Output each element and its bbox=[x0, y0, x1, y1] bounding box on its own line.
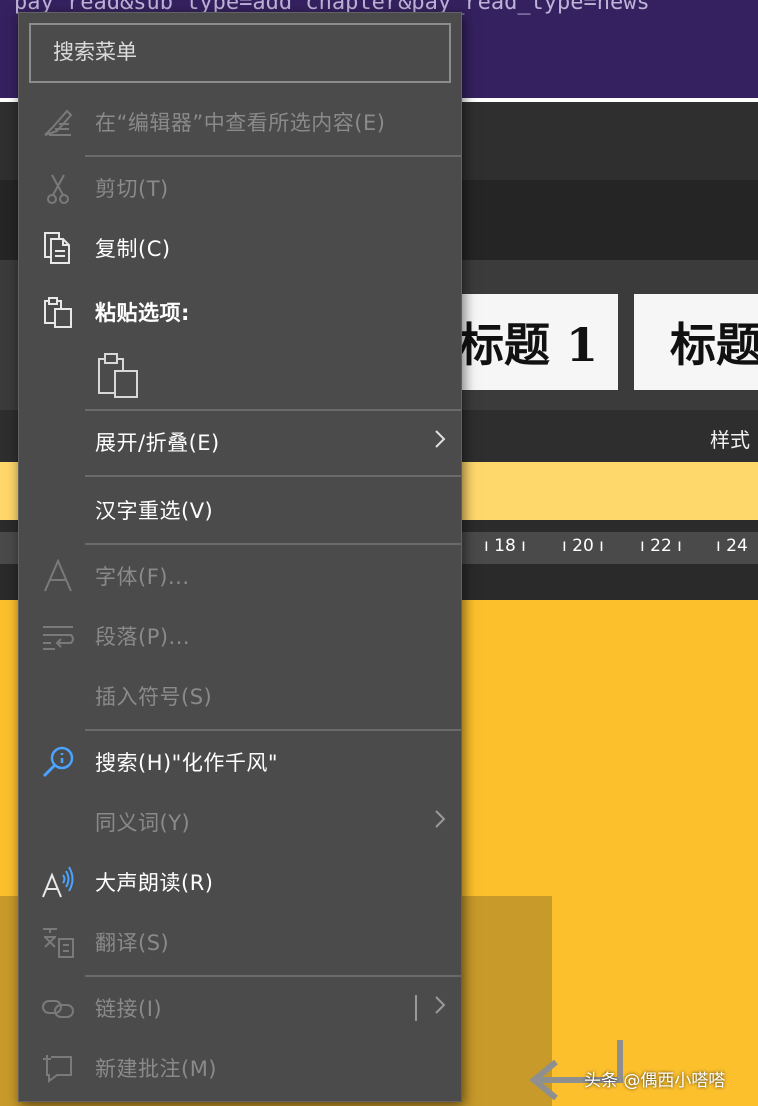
menu-item-paragraph[interactable]: 段落(P)... bbox=[19, 607, 463, 665]
menu-item-font[interactable]: 字体(F)... bbox=[19, 547, 463, 605]
menu-item-label: 同义词(Y) bbox=[95, 811, 191, 835]
font-icon bbox=[44, 559, 72, 592]
ribbon-group-label: 样式 bbox=[710, 428, 750, 452]
menu-separator bbox=[85, 475, 461, 477]
menu-item-copy[interactable]: 复制(C) bbox=[19, 219, 463, 277]
menu-item-label: 搜索(H)"化作千风" bbox=[95, 751, 278, 775]
style-heading[interactable]: 标题 bbox=[634, 294, 758, 390]
menu-item-label: 展开/折叠(E) bbox=[95, 431, 220, 455]
copy-icon bbox=[44, 232, 70, 264]
ruler-number: ı 24 bbox=[716, 536, 748, 556]
chevron-right-icon bbox=[435, 430, 446, 448]
new-comment-icon bbox=[43, 1055, 72, 1083]
search-icon bbox=[42, 746, 74, 778]
paste-keep-format-icon[interactable] bbox=[97, 351, 141, 399]
menu-item-expand-collapse[interactable]: 展开/折叠(E) bbox=[19, 413, 463, 471]
menu-separator bbox=[85, 543, 461, 545]
menu-item-reconversion[interactable]: 汉字重选(V) bbox=[19, 481, 463, 539]
chevron-right-icon bbox=[435, 810, 446, 828]
menu-item-label: 复制(C) bbox=[95, 237, 171, 261]
ruler-number: ı 20 ı bbox=[562, 536, 604, 556]
context-menu: 搜索菜单 在“编辑器”中查看所选内容(E) 剪切(T) 复制(C) 粘贴选项: … bbox=[18, 12, 462, 1102]
menu-item-label: 链接(I) bbox=[95, 997, 163, 1021]
menu-separator bbox=[85, 409, 461, 411]
menu-separator bbox=[85, 975, 461, 977]
menu-item-label: 字体(F)... bbox=[95, 565, 190, 589]
translate-icon bbox=[43, 928, 74, 958]
menu-item-view-in-editor[interactable]: 在“编辑器”中查看所选内容(E) bbox=[19, 93, 463, 151]
menu-separator bbox=[85, 729, 461, 731]
ruler-number: ı 18 ı bbox=[484, 536, 526, 556]
menu-item-label: 大声朗读(R) bbox=[95, 871, 214, 895]
link-icon bbox=[42, 1000, 74, 1018]
chevron-right-icon bbox=[435, 996, 446, 1014]
menu-item-label: 翻译(S) bbox=[95, 931, 170, 955]
menu-item-cut[interactable]: 剪切(T) bbox=[19, 159, 463, 217]
menu-item-read-aloud[interactable]: 大声朗读(R) bbox=[19, 853, 463, 911]
paragraph-icon bbox=[43, 626, 74, 650]
menu-item-label: 段落(P)... bbox=[95, 625, 191, 649]
search-menu-input[interactable]: 搜索菜单 bbox=[29, 23, 451, 83]
menu-item-translate[interactable]: 翻译(S) bbox=[19, 913, 463, 971]
menu-item-search[interactable]: 搜索(H)"化作千风" bbox=[19, 733, 463, 791]
menu-item-insert-symbol[interactable]: 插入符号(S) bbox=[19, 667, 463, 725]
paste-icon bbox=[44, 297, 72, 328]
ruler-number: ı 22 ı bbox=[640, 536, 682, 556]
search-menu-placeholder: 搜索菜单 bbox=[53, 40, 137, 64]
menu-item-paste-options: 粘贴选项: bbox=[19, 283, 463, 341]
read-aloud-icon bbox=[42, 866, 74, 898]
style-heading-1-label: 标题 1 bbox=[457, 318, 598, 372]
scissors-icon bbox=[47, 174, 69, 204]
menu-item-label: 插入符号(S) bbox=[95, 685, 213, 709]
style-heading-label: 标题 bbox=[670, 318, 758, 372]
watermark: 头条 @偶西小嗒嗒 bbox=[584, 1071, 726, 1091]
split-button-divider bbox=[415, 995, 417, 1021]
menu-item-synonyms[interactable]: 同义词(Y) bbox=[19, 793, 463, 851]
menu-item-label: 汉字重选(V) bbox=[95, 499, 214, 523]
menu-item-label: 在“编辑器”中查看所选内容(E) bbox=[95, 111, 386, 135]
menu-item-label: 剪切(T) bbox=[95, 177, 169, 201]
menu-item-link[interactable]: 链接(I) bbox=[19, 979, 463, 1037]
style-heading-1[interactable]: 标题 1 bbox=[440, 294, 618, 390]
menu-item-label: 粘贴选项: bbox=[95, 301, 190, 325]
menu-item-new-comment[interactable]: 新建批注(M) bbox=[19, 1039, 463, 1097]
menu-item-label: 新建批注(M) bbox=[95, 1057, 218, 1081]
editor-pen-icon bbox=[44, 109, 73, 136]
menu-separator bbox=[85, 155, 461, 157]
